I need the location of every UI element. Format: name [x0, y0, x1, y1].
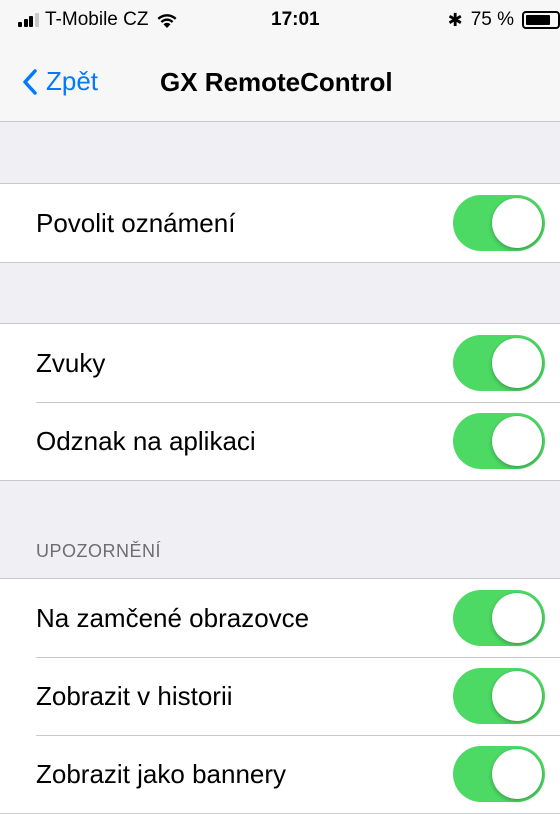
row-label: Zobrazit v historii: [36, 680, 233, 711]
carrier-area: T-Mobile CZ: [18, 9, 178, 31]
toggle-switch[interactable]: [453, 195, 545, 251]
row-label: Odznak na aplikaci: [36, 425, 256, 456]
carrier-name: T-Mobile CZ: [45, 9, 149, 30]
row-label: Na zamčené obrazovce: [36, 602, 310, 633]
section-header: UPOZORNĚNÍ: [36, 541, 162, 561]
wifi-icon: [157, 13, 177, 28]
toggle-switch[interactable]: [453, 413, 545, 469]
toggle-switch[interactable]: [453, 668, 545, 724]
settings-row: Odznak na aplikaci: [0, 402, 560, 480]
status-bar: T-Mobile CZ 17:01 ✱ 75 %: [0, 0, 560, 40]
chevron-left-icon: [23, 68, 37, 95]
status-time: 17:01: [271, 9, 320, 30]
battery-percent: 75 %: [470, 9, 514, 30]
navigation-bar: Zpět GX RemoteControl: [0, 40, 560, 122]
battery-icon: [522, 11, 560, 29]
bluetooth-icon: ✱: [447, 9, 463, 30]
settings-row: Zobrazit jako bannery: [0, 735, 560, 813]
signal-icon: [18, 13, 40, 27]
settings-row: Zvuky: [0, 324, 560, 402]
battery-area: ✱ 75 %: [448, 9, 560, 31]
settings-row: Na zamčené obrazovce: [0, 579, 560, 657]
row-label: Zobrazit jako bannery: [36, 758, 287, 789]
settings-group-alerts: Na zamčené obrazovce Zobrazit v historii…: [0, 578, 560, 814]
row-label: Povolit oznámení: [36, 207, 236, 238]
row-label: Zvuky: [36, 347, 106, 378]
settings-row: Zobrazit v historii: [0, 657, 560, 735]
settings-group-notifications: Povolit oznámení: [0, 183, 560, 263]
settings-row: Povolit oznámení: [0, 184, 560, 262]
page-title: GX RemoteControl: [160, 67, 393, 97]
toggle-switch[interactable]: [453, 335, 545, 391]
toggle-switch[interactable]: [453, 746, 545, 802]
toggle-switch[interactable]: [453, 590, 545, 646]
settings-group-sounds-badge: Zvuky Odznak na aplikaci: [0, 323, 560, 481]
back-button[interactable]: Zpět: [22, 66, 98, 97]
back-label: Zpět: [46, 66, 99, 96]
